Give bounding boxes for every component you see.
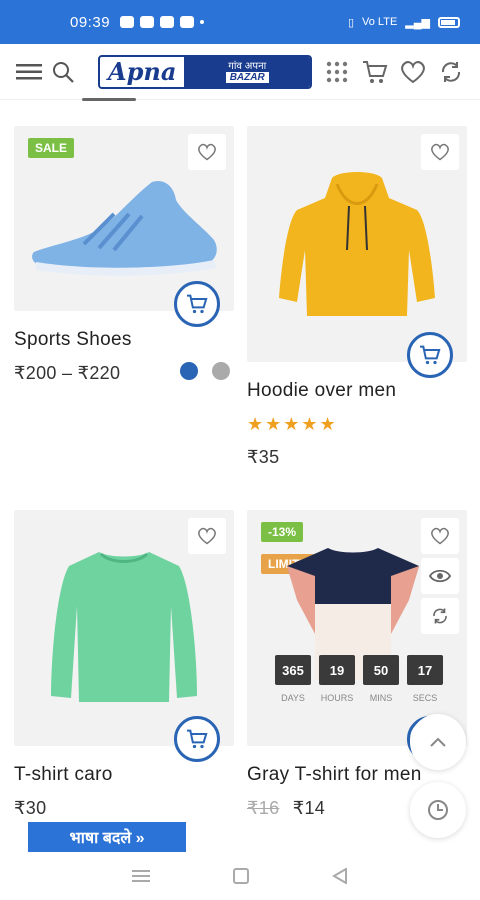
brand-logo[interactable]: Apna गांव अपना BAZAR: [98, 54, 312, 89]
header-actions: [320, 55, 468, 89]
rating-stars: ★★★★★: [247, 414, 338, 434]
hoodie-image: [279, 172, 435, 316]
countdown-label: SECS: [412, 693, 438, 703]
eye-icon: [429, 569, 451, 583]
old-price: ₹16: [247, 798, 280, 818]
vibrate-icon: ▯: [347, 16, 355, 29]
wishlist-button[interactable]: [421, 134, 459, 170]
product-price: ₹30: [14, 798, 47, 818]
scroll-top-button[interactable]: [410, 714, 466, 770]
logo-main-text: Apna: [108, 57, 177, 86]
product-image[interactable]: SALE: [14, 126, 234, 327]
swatch-blue[interactable]: [180, 362, 198, 380]
system-icons: ▯ Vo LTE ▂▄▆: [348, 16, 460, 29]
compare-icon[interactable]: [434, 55, 468, 89]
menu-icon[interactable]: [12, 55, 46, 89]
countdown-days: 365 DAYS: [275, 655, 311, 703]
swatch-gray[interactable]: [212, 362, 230, 380]
battery-icon: [438, 16, 460, 28]
heart-icon: [431, 143, 449, 161]
countdown-label: MINS: [369, 693, 393, 703]
cart-icon: [187, 729, 208, 749]
product-card-gray-tshirt[interactable]: -13% LIMITED 365 DAYS: [247, 510, 467, 819]
logo-tag-top: गांव अपना: [228, 60, 267, 72]
heart-icon: [431, 527, 449, 545]
add-to-cart-button[interactable]: [174, 281, 220, 327]
recently-viewed-button[interactable]: [410, 782, 466, 838]
sweater-image: [51, 552, 197, 702]
add-to-cart-button[interactable]: [174, 716, 220, 762]
wishlist-button[interactable]: [421, 518, 459, 554]
heart-icon: [198, 143, 216, 161]
youtube-icon: [140, 16, 155, 28]
discount-badge: -13%: [261, 522, 304, 542]
status-bar: 09:39 ▯ Vo LTE ▂▄▆: [0, 0, 480, 44]
countdown-label: DAYS: [281, 693, 305, 703]
signal-label: Vo LTE: [362, 16, 398, 28]
system-nav-bar: [0, 852, 480, 900]
countdown-label: HOURS: [320, 693, 354, 703]
status-time: 09:39: [70, 13, 111, 31]
product-image[interactable]: [247, 126, 467, 378]
tab-indicator: [82, 98, 136, 101]
mail-icon: [180, 16, 195, 28]
cart-icon[interactable]: [358, 55, 392, 89]
wishlist-button[interactable]: [188, 134, 226, 170]
logo-tag-sub: BAZAR: [225, 71, 269, 83]
product-title[interactable]: T-shirt caro: [14, 764, 234, 786]
countdown-value: 19: [319, 655, 355, 685]
logo-tagline: गांव अपना BAZAR: [184, 56, 310, 87]
product-card-sports-shoes[interactable]: SALE Sports Shoes ₹200 – ₹220: [14, 126, 234, 384]
wishlist-icon[interactable]: [396, 55, 430, 89]
product-title[interactable]: Hoodie over men: [247, 380, 467, 402]
notification-icons: [120, 16, 205, 28]
sale-price: ₹14: [292, 798, 326, 818]
countdown-secs: 17 SECS: [407, 655, 443, 703]
home-icon[interactable]: [232, 868, 249, 884]
compare-button[interactable]: [421, 598, 459, 634]
product-card-hoodie[interactable]: Hoodie over men ★★★★★ ₹35: [247, 126, 467, 468]
app-header: Apna गांव अपना BAZAR: [0, 44, 480, 100]
chat-icon: [120, 16, 135, 28]
product-image[interactable]: [14, 510, 234, 762]
compare-icon: [433, 608, 447, 624]
facebook-icon: [160, 16, 175, 28]
cart-icon: [420, 345, 441, 365]
change-language-button[interactable]: भाषा बदले »: [28, 822, 186, 852]
search-icon[interactable]: [46, 55, 80, 89]
cart-icon: [187, 294, 208, 314]
recent-apps-icon[interactable]: [131, 869, 150, 883]
back-icon[interactable]: [332, 868, 348, 884]
quick-view-button[interactable]: [421, 558, 459, 594]
clock-icon: [428, 800, 448, 820]
product-image[interactable]: -13% LIMITED 365 DAYS: [247, 510, 467, 762]
more-dot-icon: [200, 20, 205, 24]
chevron-up-icon: [430, 737, 446, 747]
countdown-value: 50: [363, 655, 399, 685]
product-card-tshirt-caro[interactable]: T-shirt caro ₹30: [14, 510, 234, 819]
add-to-cart-button[interactable]: [407, 332, 453, 378]
shoe-image: [32, 180, 217, 276]
countdown-mins: 50 MINS: [363, 655, 399, 703]
product-title[interactable]: Sports Shoes: [14, 329, 234, 351]
countdown-timer: 365 DAYS 19 HOURS 50 MINS 17 SECS: [275, 655, 443, 703]
countdown-value: 17: [407, 655, 443, 685]
color-swatches: [180, 362, 230, 380]
countdown-hours: 19 HOURS: [319, 655, 355, 703]
heart-icon: [198, 527, 216, 545]
grid-icon[interactable]: [320, 55, 354, 89]
countdown-value: 365: [275, 655, 311, 685]
signal-icon: ▂▄▆: [405, 16, 430, 29]
sale-badge: SALE: [28, 138, 75, 158]
product-price: ₹35: [247, 447, 280, 467]
